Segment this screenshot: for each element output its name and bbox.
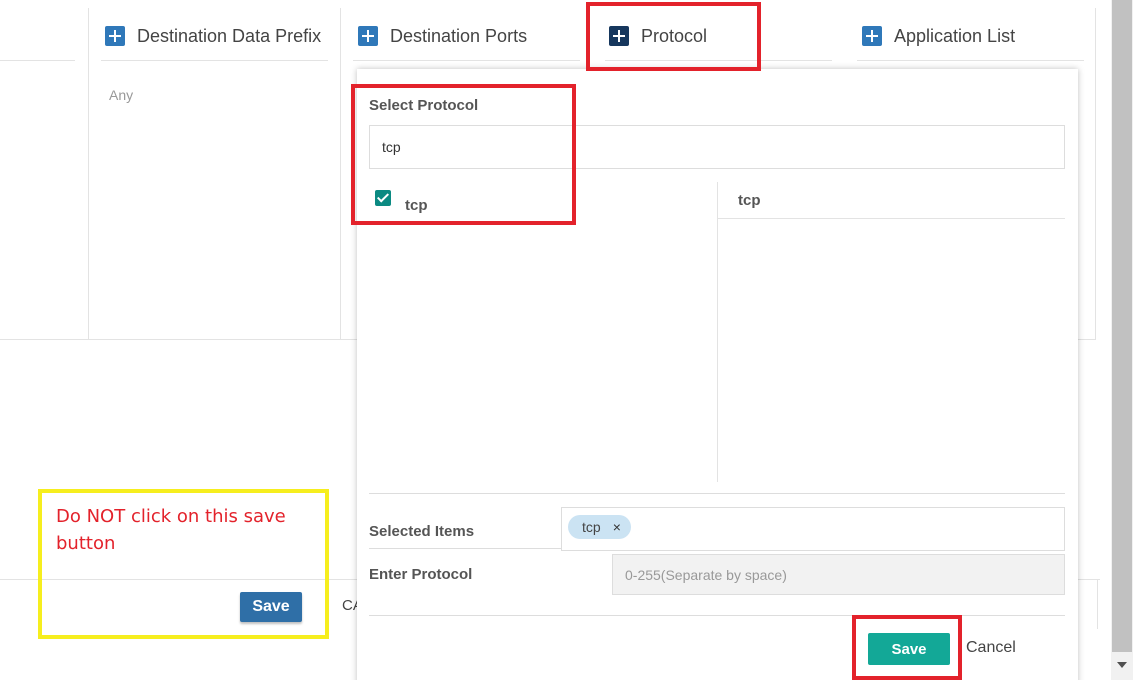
list-divider — [717, 182, 718, 482]
column-underline — [857, 60, 1084, 61]
selected-list-underline — [718, 218, 1065, 219]
enter-protocol-input[interactable] — [612, 554, 1065, 595]
vertical-scrollbar[interactable] — [1111, 0, 1133, 680]
divider — [369, 548, 561, 549]
column-label: Destination Data Prefix — [137, 25, 322, 46]
column-divider — [0, 60, 75, 61]
screen: Destination Data Prefix Any Destination … — [0, 0, 1133, 680]
highlight-popup-save — [852, 615, 962, 680]
scrollbar-thumb[interactable] — [1112, 0, 1132, 652]
column-header-destination-ports[interactable]: Destination Ports — [358, 24, 527, 48]
selected-items-label: Selected Items — [369, 523, 475, 540]
column-label: Destination Ports — [390, 25, 528, 46]
column-divider — [1095, 8, 1096, 340]
destination-data-prefix-value: Any — [109, 87, 134, 103]
close-icon[interactable]: × — [613, 519, 621, 535]
selected-items-box: tcp × — [561, 507, 1065, 551]
column-underline — [353, 60, 580, 61]
plus-icon[interactable] — [358, 26, 378, 46]
column-header-destination-data-prefix[interactable]: Destination Data Prefix — [105, 24, 321, 48]
footer-divider — [1097, 579, 1098, 629]
plus-icon[interactable] — [105, 26, 125, 46]
column-label: Application List — [894, 25, 1016, 46]
selected-list-header: tcp — [738, 192, 761, 209]
highlight-protocol-header — [586, 2, 761, 71]
divider — [369, 493, 1065, 494]
selected-chip: tcp × — [568, 515, 631, 539]
scroll-down-arrow-icon[interactable] — [1117, 662, 1127, 668]
column-divider — [340, 8, 341, 340]
plus-icon[interactable] — [862, 26, 882, 46]
highlight-select-protocol — [351, 84, 576, 225]
column-header-application-list[interactable]: Application List — [862, 24, 1015, 48]
column-underline — [101, 60, 328, 61]
popup-cancel-button[interactable]: Cancel — [966, 639, 1016, 657]
warning-note: Do NOT click on this save button — [56, 506, 286, 554]
chip-label: tcp — [582, 519, 601, 535]
column-divider — [88, 8, 89, 340]
enter-protocol-label: Enter Protocol — [369, 566, 473, 583]
